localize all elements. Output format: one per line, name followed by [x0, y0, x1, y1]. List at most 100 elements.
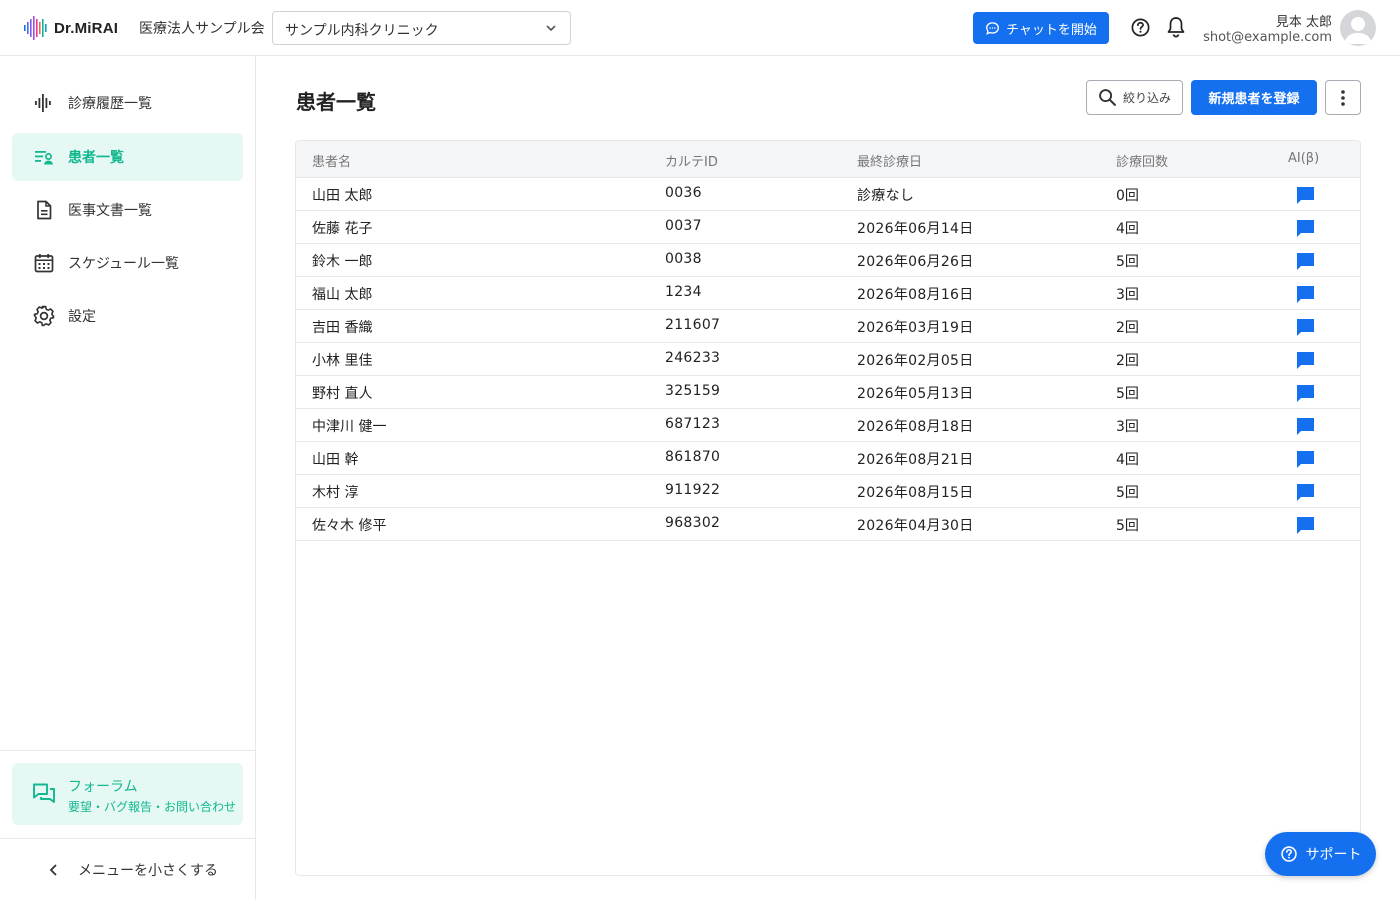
visit-count: 0回 [1116, 188, 1139, 204]
patient-name: 中津川 健一 [312, 419, 387, 435]
table-row[interactable]: 山田 幹 861870 2026年08月21日 4回 [296, 442, 1360, 475]
sidebar-item-label: 医事文書一覧 [68, 203, 152, 219]
chevron-left-icon [49, 864, 57, 876]
collapse-menu-label: メニューを小さくする [78, 863, 218, 879]
forum-link[interactable]: フォーラム 要望・バグ報告・お問い合わせ [12, 763, 243, 825]
chart-id: 968302 [665, 515, 721, 531]
sidebar: 診療履歴一覧 患者一覧 医事文書一覧 スケジュール一覧 設定 フォーラム 要望・… [0, 56, 256, 900]
last-visit-date: 2026年05月13日 [857, 386, 974, 402]
divider [0, 838, 255, 839]
filter-button[interactable]: 絞り込み [1086, 80, 1183, 115]
table-row[interactable]: 木村 淳 911922 2026年08月15日 5回 [296, 475, 1360, 508]
more-options-button[interactable] [1325, 80, 1361, 115]
last-visit-date: 2026年06月26日 [857, 254, 974, 270]
sidebar-item-label: 診療履歴一覧 [68, 96, 152, 112]
ai-chat-icon[interactable] [1296, 351, 1315, 370]
user-name: 見本 太郎 [1275, 15, 1332, 30]
more-vertical-icon [1341, 89, 1345, 106]
chart-id: 687123 [665, 416, 721, 432]
patient-name: 佐藤 花子 [312, 221, 373, 237]
patient-table: 患者名 カルテID 最終診療日 診療回数 AI(β) 山田 太郎 0036 診療なし… [295, 140, 1361, 876]
document-icon [33, 199, 55, 221]
organization-name: 医療法人サンプル会 [139, 21, 265, 37]
forum-chat-icon [33, 783, 55, 803]
column-header-chart-id[interactable]: カルテID [665, 151, 718, 170]
column-header-last-visit[interactable]: 最終診療日 [857, 151, 922, 170]
logo[interactable]: Dr.MiRAI [24, 16, 118, 40]
sidebar-item-schedule[interactable]: スケジュール一覧 [12, 239, 243, 287]
help-icon[interactable] [1130, 17, 1151, 38]
user-email: shot@example.com [1203, 30, 1332, 45]
help-icon [1280, 846, 1297, 862]
start-chat-label: チャットを開始 [1006, 22, 1097, 38]
search-icon [1099, 89, 1116, 106]
table-row[interactable]: 小林 里佳 246233 2026年02月05日 2回 [296, 343, 1360, 376]
notification-bell-icon[interactable] [1165, 15, 1187, 39]
ai-chat-icon[interactable] [1296, 516, 1315, 535]
logo-text: Dr.MiRAI [54, 19, 119, 37]
ai-chat-icon[interactable] [1296, 318, 1315, 337]
sidebar-item-label: スケジュール一覧 [68, 256, 180, 272]
chart-id: 325159 [665, 383, 721, 399]
visit-count: 5回 [1116, 485, 1139, 501]
patient-name: 山田 幹 [312, 452, 359, 468]
visit-count: 4回 [1116, 221, 1139, 237]
table-row[interactable]: 福山 太郎 1234 2026年08月16日 3回 [296, 277, 1360, 310]
chart-id: 1234 [665, 284, 702, 300]
sidebar-item-label: 設定 [68, 309, 96, 325]
table-row[interactable]: 吉田 香織 211607 2026年03月19日 2回 [296, 310, 1360, 343]
visit-count: 2回 [1116, 320, 1139, 336]
forum-subtitle: 要望・バグ報告・お問い合わせ [68, 800, 237, 814]
chart-id: 0038 [665, 251, 702, 267]
ai-chat-icon[interactable] [1296, 252, 1315, 271]
visit-count: 3回 [1116, 287, 1139, 303]
last-visit-date: 2026年02月05日 [857, 353, 974, 369]
ai-chat-icon[interactable] [1296, 483, 1315, 502]
sidebar-item-documents[interactable]: 医事文書一覧 [12, 186, 243, 234]
patient-name: 山田 太郎 [312, 188, 373, 204]
visit-count: 3回 [1116, 419, 1139, 435]
ai-chat-icon[interactable] [1296, 285, 1315, 304]
table-row[interactable]: 佐藤 花子 0037 2026年06月14日 4回 [296, 211, 1360, 244]
ai-chat-icon[interactable] [1296, 450, 1315, 469]
visit-count: 5回 [1116, 386, 1139, 402]
table-row[interactable]: 佐々木 修平 968302 2026年04月30日 5回 [296, 508, 1360, 541]
last-visit-date: 2026年08月21日 [857, 452, 974, 468]
support-button[interactable]: サポート [1265, 832, 1376, 876]
chevron-down-icon [546, 25, 556, 32]
last-visit-date: 2026年04月30日 [857, 518, 974, 534]
ai-chat-icon[interactable] [1296, 384, 1315, 403]
patient-name: 吉田 香織 [312, 320, 373, 336]
table-row[interactable]: 鈴木 一郎 0038 2026年06月26日 5回 [296, 244, 1360, 277]
start-chat-button[interactable]: チャットを開始 [973, 12, 1109, 44]
register-patient-button[interactable]: 新規患者を登録 [1191, 80, 1317, 115]
ai-chat-icon[interactable] [1296, 186, 1315, 205]
chart-id: 211607 [665, 317, 721, 333]
column-header-visit-count[interactable]: 診療回数 [1116, 151, 1168, 170]
sidebar-item-patients[interactable]: 患者一覧 [12, 133, 243, 181]
table-header: 患者名 カルテID 最終診療日 診療回数 AI(β) [296, 141, 1360, 178]
divider [0, 750, 255, 751]
ai-chat-icon[interactable] [1296, 219, 1315, 238]
forum-title: フォーラム [68, 779, 138, 795]
waveform-icon [33, 92, 55, 114]
table-row[interactable]: 山田 太郎 0036 診療なし 0回 [296, 178, 1360, 211]
avatar[interactable] [1340, 10, 1376, 46]
sidebar-item-settings[interactable]: 設定 [12, 292, 243, 340]
table-row[interactable]: 中津川 健一 687123 2026年08月18日 3回 [296, 409, 1360, 442]
patient-name: 野村 直人 [312, 386, 373, 402]
ai-chat-icon[interactable] [1296, 417, 1315, 436]
patient-name: 木村 淳 [312, 485, 359, 501]
patient-name: 鈴木 一郎 [312, 254, 373, 270]
chart-id: 911922 [665, 482, 721, 498]
table-row[interactable]: 野村 直人 325159 2026年05月13日 5回 [296, 376, 1360, 409]
logo-mark-icon [24, 16, 47, 40]
collapse-menu-button[interactable]: メニューを小さくする [48, 860, 218, 880]
visit-count: 4回 [1116, 452, 1139, 468]
gear-icon [33, 305, 55, 327]
chart-id: 246233 [665, 350, 721, 366]
clinic-select[interactable]: サンプル内科クリニック [272, 11, 571, 45]
column-header-name[interactable]: 患者名 [312, 151, 351, 170]
calendar-icon [33, 252, 55, 274]
sidebar-item-history[interactable]: 診療履歴一覧 [12, 79, 243, 127]
